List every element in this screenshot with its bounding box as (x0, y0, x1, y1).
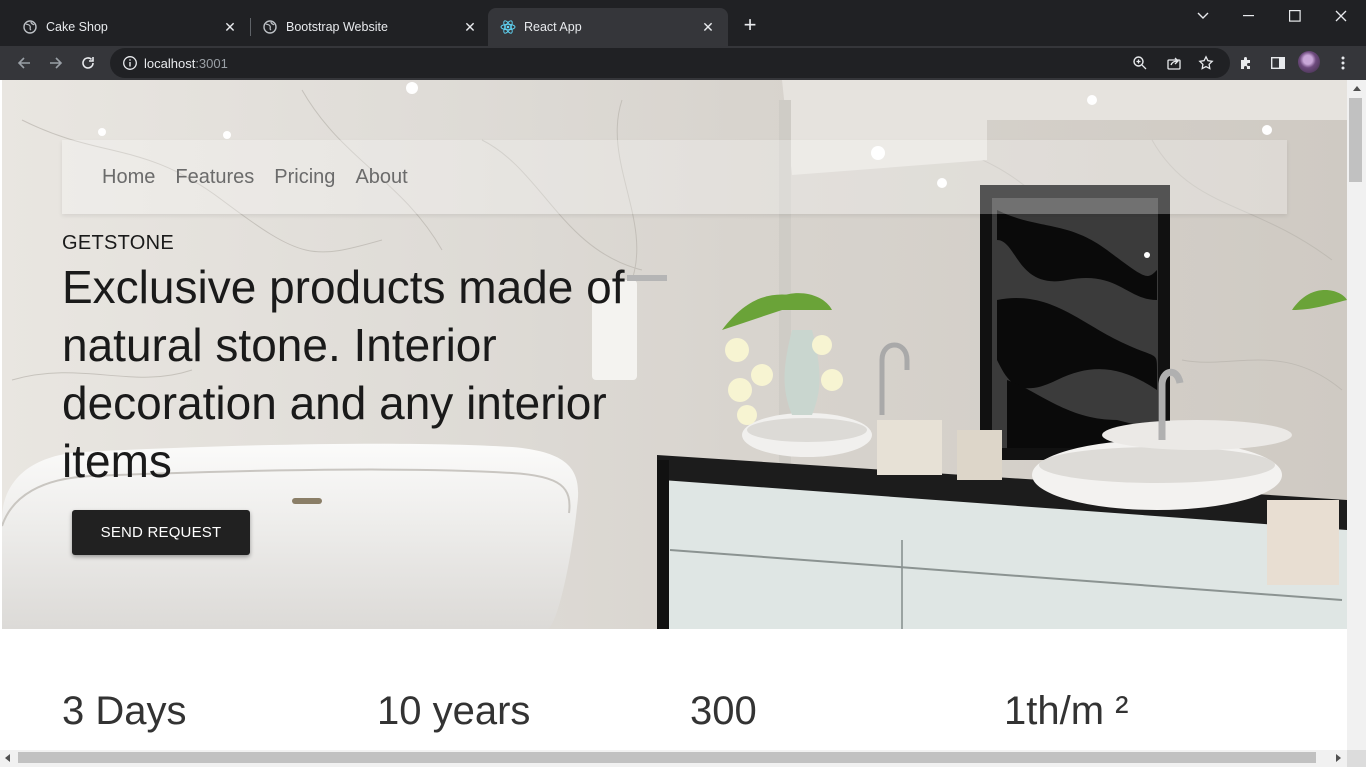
tab-title: Cake Shop (46, 20, 108, 34)
page-viewport: Home Features Pricing About GETSTONE Exc… (0, 80, 1366, 768)
vertical-scrollbar[interactable] (1347, 80, 1366, 750)
share-icon[interactable] (1164, 53, 1184, 73)
stat-value: 10 years (377, 689, 531, 733)
tab-bootstrap-website[interactable]: Bootstrap Website ✕ (240, 8, 490, 46)
back-icon[interactable] (12, 51, 36, 75)
site-info-icon[interactable] (122, 55, 138, 71)
browser-toolbar: localhost:3001 (0, 46, 1366, 80)
globe-icon (262, 19, 278, 35)
forward-icon[interactable] (44, 51, 68, 75)
zoom-icon[interactable] (1130, 53, 1150, 73)
react-icon (500, 19, 516, 35)
send-request-button[interactable]: SEND REQUEST (72, 510, 250, 555)
nav-link-about[interactable]: About (355, 166, 407, 189)
url-text: localhost:3001 (144, 56, 228, 71)
stat-value: 3 Days (62, 689, 187, 733)
tab-title: React App (524, 20, 582, 34)
hero-headline: Exclusive products made of natural stone… (62, 261, 625, 487)
hero-section: Home Features Pricing About GETSTONE Exc… (2, 80, 1347, 629)
close-window-icon[interactable] (1329, 4, 1353, 28)
scrollbar-corner (1347, 750, 1366, 767)
horizontal-scrollbar[interactable] (0, 750, 1347, 767)
tab-search-icon[interactable] (1191, 4, 1215, 28)
close-tab-icon[interactable]: ✕ (700, 19, 716, 35)
brand-name: GETSTONE (62, 232, 175, 254)
stat-value: 1th/m ² (1004, 689, 1129, 733)
url-port: :3001 (195, 56, 228, 71)
globe-icon (22, 19, 38, 35)
bookmark-star-icon[interactable] (1196, 53, 1216, 73)
stats-section: 3 Days 10 years 300 1th/m ² (0, 629, 1347, 768)
site-navbar: Home Features Pricing About (62, 140, 1287, 214)
tab-react-app[interactable]: React App ✕ (488, 8, 728, 46)
nav-link-home[interactable]: Home (102, 166, 155, 189)
close-tab-icon[interactable]: ✕ (462, 19, 478, 35)
nav-link-pricing[interactable]: Pricing (274, 166, 335, 189)
new-tab-button[interactable]: + (738, 14, 762, 38)
scroll-up-icon[interactable] (1353, 86, 1361, 91)
scroll-left-icon[interactable] (5, 754, 10, 762)
maximize-icon[interactable] (1283, 4, 1307, 28)
reload-icon[interactable] (76, 51, 100, 75)
tab-title: Bootstrap Website (286, 20, 388, 34)
tab-strip: Cake Shop ✕ Bootstrap Website ✕ React Ap… (0, 0, 1366, 46)
close-tab-icon[interactable]: ✕ (222, 19, 238, 35)
extensions-icon[interactable] (1234, 51, 1258, 75)
horizontal-scroll-thumb[interactable] (18, 752, 1316, 763)
minimize-icon[interactable] (1237, 4, 1261, 28)
tab-cake-shop[interactable]: Cake Shop ✕ (0, 8, 250, 46)
nav-link-features[interactable]: Features (175, 166, 254, 189)
stat-value: 300 (690, 689, 757, 733)
address-bar[interactable]: localhost:3001 (110, 48, 1230, 78)
side-panel-icon[interactable] (1266, 51, 1290, 75)
scroll-right-icon[interactable] (1336, 754, 1341, 762)
url-host: localhost (144, 56, 196, 71)
vertical-scroll-thumb[interactable] (1349, 98, 1362, 182)
menu-kebab-icon[interactable] (1331, 51, 1355, 75)
profile-avatar[interactable] (1298, 51, 1320, 73)
